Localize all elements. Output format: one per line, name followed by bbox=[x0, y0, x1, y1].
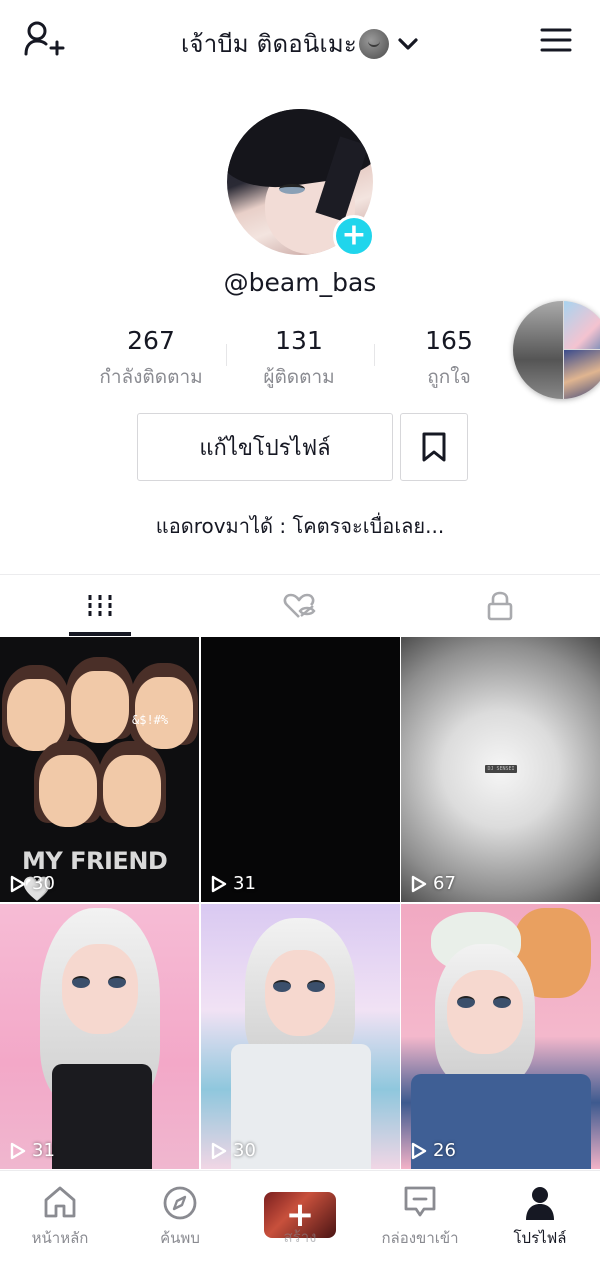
nav-home-label: หน้าหลัก bbox=[31, 1229, 89, 1247]
video-grid: &$!#% MY FRIEND 🤍 30 31 DJ SENSEI 67 31 bbox=[0, 637, 600, 1170]
nav-inbox-label: กล่องขาเข้า bbox=[381, 1229, 459, 1247]
likes-label: ถูกใจ bbox=[427, 366, 471, 388]
play-count: 26 bbox=[411, 1140, 456, 1161]
play-icon bbox=[10, 875, 26, 892]
content-tabs bbox=[0, 574, 600, 637]
stat-followers[interactable]: 131 ผู้ติดตาม bbox=[224, 326, 374, 392]
following-count: 267 bbox=[127, 326, 175, 355]
tab-videos[interactable] bbox=[0, 575, 200, 637]
play-icon bbox=[411, 875, 427, 892]
play-count: 31 bbox=[211, 873, 256, 894]
stat-likes[interactable]: 165 ถูกใจ bbox=[374, 326, 524, 392]
tab-liked[interactable] bbox=[200, 575, 400, 637]
nav-home[interactable]: หน้าหลัก bbox=[0, 1171, 120, 1261]
video-thumbnail[interactable]: 31 bbox=[201, 637, 400, 902]
likes-count: 165 bbox=[425, 326, 473, 355]
followers-count: 131 bbox=[275, 326, 323, 355]
active-tab-indicator bbox=[69, 632, 131, 636]
video-tiny-label: DJ SENSEI bbox=[485, 765, 517, 773]
video-thumbnail[interactable]: DJ SENSEI 67 bbox=[401, 637, 600, 902]
play-icon bbox=[10, 1142, 26, 1159]
nav-profile[interactable]: โปรไฟล์ bbox=[480, 1171, 600, 1261]
account-switcher[interactable]: เจ้าบีม ติดอนิเมะ bbox=[0, 24, 600, 63]
video-thumbnail[interactable]: 30 bbox=[201, 904, 400, 1169]
videos-grid-icon bbox=[88, 595, 112, 617]
video-thumbnail[interactable]: 26 bbox=[401, 904, 600, 1169]
video-thumbnail[interactable]: 31 bbox=[0, 904, 199, 1169]
play-icon bbox=[211, 1142, 227, 1159]
stat-following[interactable]: 267 กำลังติดตาม bbox=[76, 326, 226, 392]
emoji-curse-text: &$!#% bbox=[132, 713, 169, 727]
play-count: 30 bbox=[211, 1140, 256, 1161]
username: @beam_bas bbox=[223, 268, 377, 297]
nav-discover-label: ค้นพบ bbox=[160, 1229, 200, 1247]
profile-person-icon bbox=[526, 1187, 554, 1220]
nav-discover[interactable]: ค้นพบ bbox=[120, 1171, 240, 1261]
play-count: 31 bbox=[10, 1140, 55, 1161]
nav-profile-label: โปรไฟล์ bbox=[513, 1229, 567, 1247]
tab-private[interactable] bbox=[400, 575, 600, 637]
profile-header: เจ้าบีม ติดอนิเมะ bbox=[0, 0, 600, 84]
floating-video-bubble[interactable] bbox=[513, 301, 600, 399]
video-thumbnail[interactable]: &$!#% MY FRIEND 🤍 30 bbox=[0, 637, 199, 902]
play-count: 30 bbox=[10, 873, 55, 894]
following-label: กำลังติดตาม bbox=[99, 366, 203, 388]
nav-create-label: สร้าง bbox=[283, 1228, 317, 1246]
inbox-icon bbox=[404, 1186, 436, 1217]
liked-hidden-icon bbox=[283, 593, 316, 618]
play-icon bbox=[211, 875, 227, 892]
bookmark-button[interactable] bbox=[400, 413, 468, 481]
profile-title: เจ้าบีม ติดอนิเมะ bbox=[181, 30, 357, 58]
add-story-plus-icon[interactable]: + bbox=[333, 215, 375, 257]
edit-profile-button[interactable]: แก้ไขโปรไฟล์ bbox=[137, 413, 393, 481]
compass-icon bbox=[163, 1186, 197, 1220]
private-lock-icon bbox=[487, 591, 513, 621]
hamburger-menu-icon[interactable] bbox=[540, 26, 572, 54]
play-icon bbox=[411, 1142, 427, 1159]
bookmark-icon bbox=[422, 432, 446, 462]
play-count: 67 bbox=[411, 873, 456, 894]
nav-inbox[interactable]: กล่องขาเข้า bbox=[360, 1171, 480, 1261]
profile-stats: 267 กำลังติดตาม 131 ผู้ติดตาม 165 ถูกใจ bbox=[76, 326, 526, 390]
moon-emoji-icon bbox=[358, 28, 389, 59]
home-icon bbox=[44, 1186, 76, 1218]
followers-label: ผู้ติดตาม bbox=[263, 366, 335, 388]
profile-bio: แอดrovมาได้ : โคตรจะเบื่อเลย... bbox=[155, 514, 445, 538]
chevron-down-icon bbox=[398, 37, 418, 50]
